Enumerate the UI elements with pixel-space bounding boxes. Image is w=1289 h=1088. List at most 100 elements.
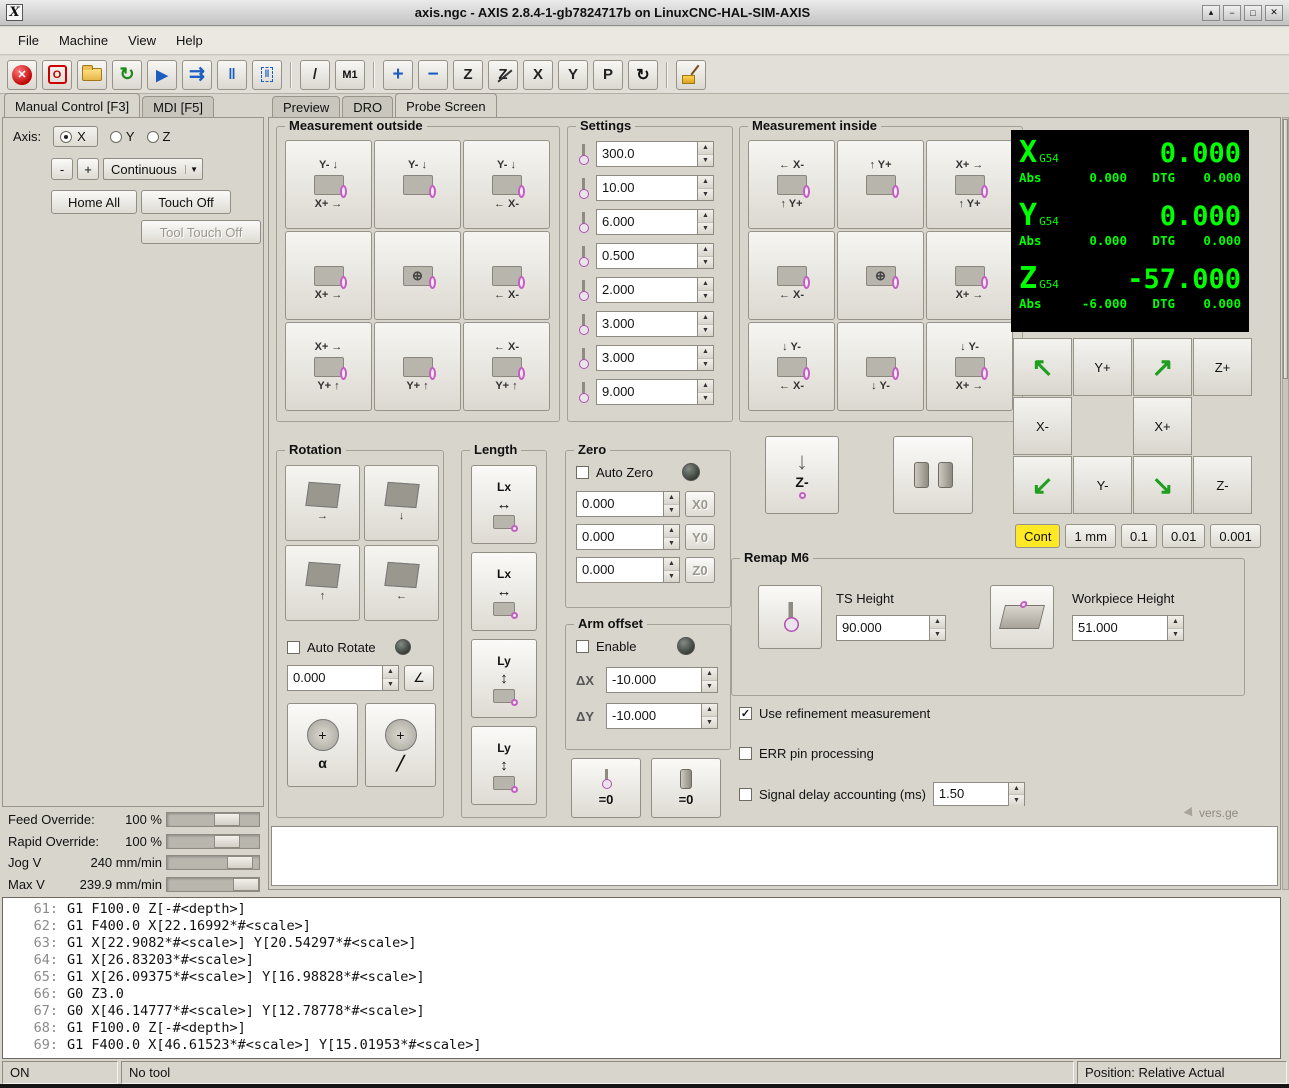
probe-z-down-button[interactable]: ↓ Z-: [765, 436, 839, 514]
length-measure-button[interactable]: Ly ↕: [471, 726, 537, 805]
open-file-button[interactable]: [77, 59, 107, 90]
jog-x-plus-button[interactable]: X+: [1133, 397, 1192, 455]
run-button[interactable]: ▶: [147, 59, 177, 90]
spinner-arrows[interactable]: ▲ ▼: [382, 666, 398, 690]
auto-zero-checkbox[interactable]: [576, 465, 589, 479]
gcode-line[interactable]: 64: G1 X[26.83203*#<scale>]: [3, 952, 1280, 969]
spinner-arrows[interactable]: ▲ ▼: [1007, 783, 1024, 806]
outside-probe-button[interactable]: ← X-: [463, 231, 550, 320]
rotation-probe-button[interactable]: ←: [364, 545, 439, 621]
outside-probe-button[interactable]: Y+ ↑: [374, 322, 461, 411]
inside-probe-button[interactable]: ⊕: [837, 231, 924, 320]
axis-radio-z[interactable]: Z: [146, 129, 170, 144]
tool-length-sensor-button[interactable]: [893, 436, 973, 514]
spinner-arrows[interactable]: ▲ ▼: [701, 704, 717, 728]
set-rotation-button[interactable]: ∠: [404, 665, 434, 691]
outside-probe-button[interactable]: Y- ↓: [374, 140, 461, 229]
zero-offset-spinbox[interactable]: 0.000 ▲ ▼: [576, 557, 680, 583]
workpiece-height-spinbox[interactable]: 51.000 ▲ ▼: [1072, 615, 1184, 641]
inside-probe-button[interactable]: X+ →: [926, 231, 1013, 320]
touch-off-button[interactable]: Touch Off: [141, 190, 231, 214]
gcode-line[interactable]: 69: G1 F400.0 X[46.61523*#<scale>] Y[15.…: [3, 1037, 1280, 1054]
setting-spinbox[interactable]: 3.000 ▲ ▼: [596, 311, 714, 337]
setting-spinbox[interactable]: 10.00 ▲ ▼: [596, 175, 714, 201]
rotation-probe-button[interactable]: →: [285, 465, 360, 541]
view-rotated-top-button[interactable]: Z: [488, 59, 518, 90]
inside-probe-button[interactable]: ← X-: [748, 231, 835, 320]
spinner-arrows[interactable]: ▲ ▼: [697, 346, 713, 370]
gcode-line[interactable]: 67: G0 X[46.14777*#<scale>] Y[12.78778*#…: [3, 1003, 1280, 1020]
workpiece-height-probe-button[interactable]: [990, 585, 1054, 649]
rotation-probe-button[interactable]: ↓: [364, 465, 439, 541]
scrollbar-thumb[interactable]: [1283, 119, 1288, 379]
view-perspective-button[interactable]: P: [593, 59, 623, 90]
spinner-arrows[interactable]: ▲ ▼: [663, 525, 679, 549]
gcode-line[interactable]: 62: G1 F400.0 X[22.16992*#<scale>]: [3, 918, 1280, 935]
slider-handle[interactable]: [214, 813, 240, 826]
rotation-probe-button[interactable]: ↑: [285, 545, 360, 621]
window-close-button[interactable]: ✕: [1265, 4, 1283, 21]
abort-button[interactable]: ✕: [7, 59, 37, 90]
spinner-arrows[interactable]: ▲ ▼: [697, 278, 713, 302]
inside-probe-button[interactable]: ↓ Y-: [837, 322, 924, 411]
spinner-arrows[interactable]: ▲ ▼: [697, 142, 713, 166]
rapid-override-slider[interactable]: [166, 834, 260, 849]
jog-diag-nw-button[interactable]: ↖: [1013, 338, 1072, 396]
inside-probe-button[interactable]: ← X- ↑ Y+: [748, 140, 835, 229]
block-delete-toggle[interactable]: /: [300, 59, 330, 90]
axis-radio-x[interactable]: X: [53, 126, 98, 147]
signal-delay-spinbox[interactable]: 1.50 ▲ ▼: [932, 782, 1025, 806]
spinner-arrows[interactable]: ▲ ▼: [697, 312, 713, 336]
gcode-line[interactable]: 68: G1 F100.0 Z[-#<depth>]: [3, 1020, 1280, 1037]
setting-spinbox[interactable]: 9.000 ▲ ▼: [596, 379, 714, 405]
setting-spinbox[interactable]: 6.000 ▲ ▼: [596, 209, 714, 235]
jog-z-minus-button[interactable]: Z-: [1193, 456, 1252, 514]
inside-probe-button[interactable]: ↓ Y- X+ →: [926, 322, 1013, 411]
menu-file[interactable]: File: [8, 28, 49, 53]
tab-preview[interactable]: Preview: [272, 96, 341, 117]
slider-handle[interactable]: [227, 856, 253, 869]
zoom-out-button[interactable]: −: [418, 59, 448, 90]
inside-probe-button[interactable]: X+ → ↑ Y+: [926, 140, 1013, 229]
gcode-line[interactable]: 66: G0 Z3.0: [3, 986, 1280, 1003]
length-measure-button[interactable]: Lx ↔: [471, 465, 537, 544]
outside-probe-button[interactable]: X+ → Y+ ↑: [285, 322, 372, 411]
probe-set-zero-button[interactable]: =0: [571, 758, 641, 818]
gcode-listing[interactable]: 61: G1 F100.0 Z[-#<depth>] 62: G1 F400.0…: [2, 897, 1281, 1059]
ts-height-probe-button[interactable]: [758, 585, 822, 649]
feed-override-slider[interactable]: [166, 812, 260, 827]
arm-dy-spinbox[interactable]: -10.000 ▲ ▼: [606, 703, 718, 729]
ts-height-spinbox[interactable]: 90.000 ▲ ▼: [836, 615, 946, 641]
spinner-arrows[interactable]: ▲ ▼: [697, 176, 713, 200]
increment-1mm-button[interactable]: 1 mm: [1065, 524, 1116, 548]
run-from-line-button[interactable]: ⇉: [182, 59, 212, 90]
view-side-button[interactable]: X: [523, 59, 553, 90]
spinner-arrows[interactable]: ▲ ▼: [1167, 616, 1183, 640]
outside-probe-button[interactable]: Y- ↓ X+ →: [285, 140, 372, 229]
outside-probe-button[interactable]: X+ →: [285, 231, 372, 320]
rotation-angle-spinbox[interactable]: 0.000 ▲ ▼: [287, 665, 399, 691]
setting-spinbox[interactable]: 2.000 ▲ ▼: [596, 277, 714, 303]
signal-delay-checkbox[interactable]: [739, 787, 752, 801]
increment-0.1-button[interactable]: 0.1: [1120, 524, 1158, 548]
gcode-line[interactable]: 61: G1 F100.0 Z[-#<depth>]: [3, 901, 1280, 918]
spinner-arrows[interactable]: ▲ ▼: [929, 616, 945, 640]
length-measure-button[interactable]: Lx ↔: [471, 552, 537, 631]
menu-machine[interactable]: Machine: [49, 28, 118, 53]
spinner-arrows[interactable]: ▲ ▼: [697, 210, 713, 234]
max-velocity-slider[interactable]: [166, 877, 260, 892]
home-all-button[interactable]: Home All: [51, 190, 137, 214]
setting-spinbox[interactable]: 0.500 ▲ ▼: [596, 243, 714, 269]
jog-diag-ne-button[interactable]: ↗: [1133, 338, 1192, 396]
menu-help[interactable]: Help: [166, 28, 213, 53]
vertical-scrollbar[interactable]: [1282, 117, 1289, 890]
optional-stop-toggle[interactable]: M1: [335, 59, 365, 90]
jog-speed-slider[interactable]: [166, 855, 260, 870]
measure-rotation-alpha-button[interactable]: + α: [287, 703, 358, 787]
increment-0.001-button[interactable]: 0.001: [1210, 524, 1261, 548]
inside-probe-button[interactable]: ↓ Y- ← X-: [748, 322, 835, 411]
step-button[interactable]: ‖: [252, 59, 282, 90]
jog-diag-se-button[interactable]: ↘: [1133, 456, 1192, 514]
menu-view[interactable]: View: [118, 28, 166, 53]
spinner-arrows[interactable]: ▲ ▼: [701, 668, 717, 692]
